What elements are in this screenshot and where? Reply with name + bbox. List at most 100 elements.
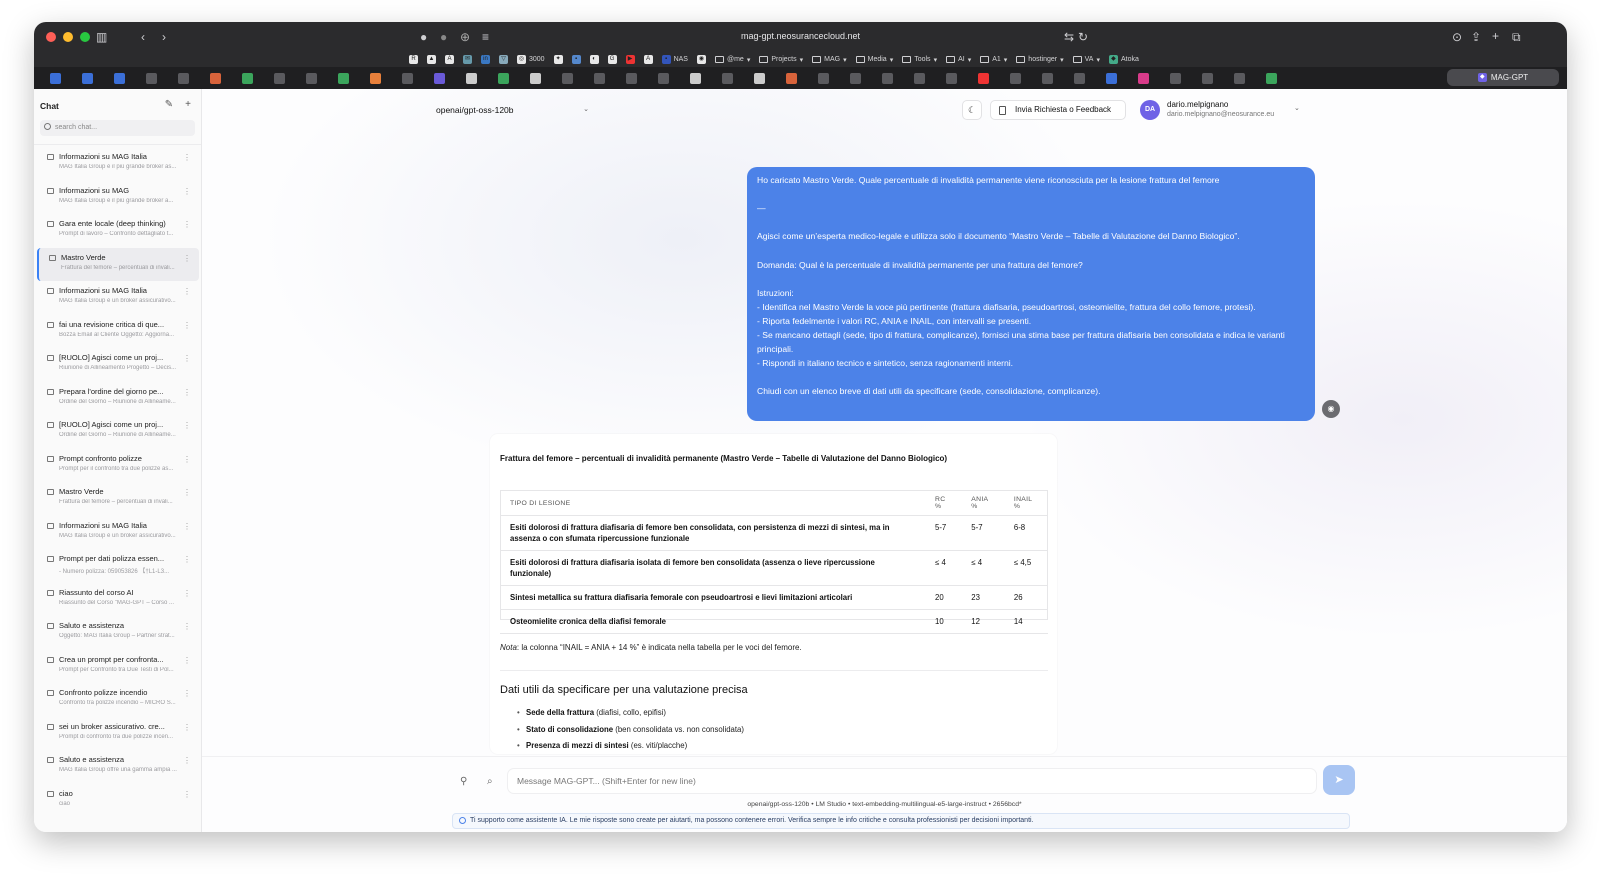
bookmark-folder-me[interactable]: @me ▾ — [714, 56, 750, 64]
tab-favicon[interactable] — [754, 72, 765, 84]
tab-favicon[interactable] — [146, 72, 157, 84]
more-options-icon[interactable]: ⋮ — [183, 321, 191, 330]
feedback-button[interactable]: Invia Richiesta o Feedback — [990, 100, 1126, 120]
more-options-icon[interactable]: ⋮ — [183, 756, 191, 765]
bookmark-folder-tools[interactable]: Tools ▾ — [902, 56, 937, 64]
bookmark-3000[interactable]: ◎ 3000 — [517, 55, 545, 64]
tab-favicon[interactable] — [1234, 72, 1245, 84]
tab-favicon[interactable] — [50, 72, 61, 84]
bookmark[interactable]: in — [481, 55, 490, 64]
more-options-icon[interactable]: ⋮ — [183, 656, 191, 665]
tab-favicon[interactable] — [1074, 72, 1085, 84]
tab-favicon[interactable] — [530, 72, 541, 84]
chat-list-item[interactable]: Prompt confronto polizze Prompt per il co… — [37, 449, 199, 483]
tab-favicon[interactable] — [498, 72, 509, 84]
more-options-icon[interactable]: ⋮ — [183, 388, 191, 397]
bookmark[interactable]: ▶ — [625, 55, 635, 64]
reload-icon[interactable]: ↻ — [1078, 31, 1088, 43]
tab-favicon[interactable] — [370, 72, 381, 84]
bookmark-folder-media[interactable]: Media ▾ — [855, 56, 893, 64]
more-options-icon[interactable]: ⋮ — [183, 153, 191, 162]
chat-list-item[interactable]: Informazioni su MAG Italia MAG Italia Gro… — [37, 147, 199, 181]
tab-favicon[interactable] — [594, 72, 605, 84]
edit-chat-icon[interactable]: ✎ — [165, 99, 173, 110]
chat-list-item[interactable]: Mastro Verde Frattura del femore – percen… — [37, 247, 199, 281]
more-options-icon[interactable]: ⋮ — [183, 488, 191, 497]
tab-favicon[interactable] — [338, 72, 349, 84]
tab-favicon[interactable] — [818, 72, 829, 84]
chat-list-item[interactable]: Crea un prompt per confronta... Prompt pe… — [37, 650, 199, 684]
more-options-icon[interactable]: ⋮ — [183, 522, 191, 531]
chat-list-item[interactable]: Informazioni su MAG MAG Italia Group è il… — [37, 181, 199, 215]
chat-list-item[interactable]: [RUOLO] Agisci come un proj... Riunione d… — [37, 348, 199, 382]
tab-favicon[interactable] — [562, 72, 573, 84]
tab-favicon[interactable] — [178, 72, 189, 84]
chat-list-item[interactable]: Confronto polizze incendio Confronto tra … — [37, 683, 199, 717]
bookmark-nas[interactable]: ▪ NAS — [661, 55, 688, 64]
message-input[interactable]: Message MAG-GPT... (Shift+Enter for new … — [507, 768, 1317, 794]
chat-list-item[interactable]: fai una revisione critica di que... Bozza… — [37, 315, 199, 349]
tab-favicon[interactable] — [1106, 72, 1117, 84]
tab-favicon[interactable] — [722, 72, 733, 84]
tab-favicon[interactable] — [242, 72, 253, 84]
chat-list-item[interactable]: Prompt per dati polizza essen... - Numero… — [37, 549, 199, 583]
bookmark[interactable]: ✉ — [463, 55, 472, 64]
more-options-icon[interactable]: ⋮ — [183, 187, 191, 196]
chat-list-item[interactable]: Saluto e assistenza Oggetto: MAG Italia G… — [37, 616, 199, 650]
model-select[interactable]: openai/gpt-oss-120b ⌄ — [427, 100, 597, 120]
more-options-icon[interactable]: ⋮ — [183, 723, 191, 732]
bookmark[interactable]: ✦ — [553, 55, 563, 64]
more-options-icon[interactable]: ⋮ — [183, 555, 191, 564]
tab-favicon[interactable] — [402, 72, 413, 84]
bookmark-folder-va[interactable]: VA ▾ — [1072, 56, 1100, 64]
tab-favicon[interactable] — [626, 72, 637, 84]
user-name[interactable]: dario.melpignano — [1167, 100, 1228, 109]
chat-list-item[interactable]: [RUOLO] Agisci come un proj... Ordine del… — [37, 415, 199, 449]
tab-favicon[interactable] — [1010, 72, 1021, 84]
bookmark[interactable]: ◐ — [589, 55, 599, 64]
bookmark-folder-a1[interactable]: A1 ▾ — [980, 56, 1007, 64]
address-bar[interactable]: mag-gpt.neosurancecloud.net — [34, 31, 1567, 41]
share-icon[interactable]: ⇪ — [1471, 31, 1481, 43]
bookmark[interactable]: G — [607, 55, 617, 64]
chat-list-item[interactable]: ciao ciao ⋮ — [37, 784, 199, 818]
more-options-icon[interactable]: ⋮ — [183, 421, 191, 430]
tab-overview-icon[interactable]: ⧉ — [1512, 31, 1521, 43]
bookmark-folder-mag[interactable]: MAG ▾ — [812, 56, 847, 64]
translate-icon[interactable]: ⇆ — [1064, 31, 1074, 43]
more-options-icon[interactable]: ⋮ — [183, 287, 191, 296]
more-options-icon[interactable]: ⋮ — [183, 455, 191, 464]
chat-list-item[interactable]: Saluto e assistenza MAG Italia Group offr… — [37, 750, 199, 784]
tab-favicon[interactable] — [850, 72, 861, 84]
tab-favicon[interactable] — [114, 72, 125, 84]
tab-favicon[interactable] — [882, 72, 893, 84]
tab-favicon[interactable] — [82, 72, 93, 84]
tab-favicon[interactable] — [434, 72, 445, 84]
tab-favicon[interactable] — [1266, 72, 1277, 84]
chat-list-item[interactable]: Gara ente locale (deep thinking) Prompt d… — [37, 214, 199, 248]
chat-list-item[interactable]: Prepara l'ordine del giorno pe... Ordine … — [37, 382, 199, 416]
chat-list-item[interactable]: Riassunto del corso AI Riassunto del Cors… — [37, 583, 199, 617]
tab-favicon[interactable] — [946, 72, 957, 84]
send-button[interactable]: ➤ — [1323, 765, 1355, 795]
bookmark-atoka[interactable]: ◆ Atoka — [1108, 55, 1139, 64]
more-options-icon[interactable]: ⋮ — [183, 689, 191, 698]
bookmark-folder-projects[interactable]: Projects ▾ — [759, 56, 803, 64]
new-chat-icon[interactable]: + — [185, 99, 191, 110]
tab-active-mag-gpt[interactable]: ◆ MAG-GPT — [1447, 69, 1559, 86]
tab-favicon[interactable] — [1138, 72, 1149, 84]
avatar[interactable]: DA — [1140, 100, 1160, 120]
bookmark-folder-hostinger[interactable]: hostinger ▾ — [1016, 56, 1064, 64]
tab-favicon[interactable] — [978, 72, 989, 84]
tab-favicon[interactable] — [274, 72, 285, 84]
attach-icon[interactable]: ⌕ — [487, 776, 493, 787]
more-options-icon[interactable]: ⋮ — [183, 354, 191, 363]
chat-list-item[interactable]: Mastro Verde Frattura del femore – percen… — [37, 482, 199, 516]
bookmark-folder-ai[interactable]: AI ▾ — [946, 56, 971, 64]
tab-favicon[interactable] — [1202, 72, 1213, 84]
chat-list-item[interactable]: Informazioni su MAG Italia MAG Italia Gro… — [37, 516, 199, 550]
bookmark[interactable]: A — [445, 55, 454, 64]
more-options-icon[interactable]: ⋮ — [183, 589, 191, 598]
chat-list-item[interactable]: Informazioni su MAG Italia MAG Italia Gro… — [37, 281, 199, 315]
lightbulb-icon[interactable]: ⚲ — [460, 776, 467, 787]
